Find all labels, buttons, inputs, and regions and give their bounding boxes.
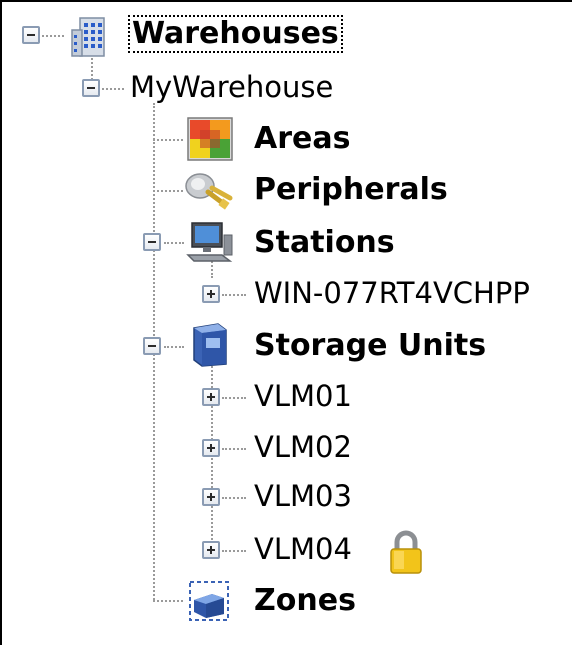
tree-node-stations[interactable]: Stations (254, 228, 395, 258)
computer-icon (186, 219, 234, 263)
tree-connector (102, 88, 124, 90)
tree-node-storage-unit[interactable]: VLM02 (254, 433, 352, 462)
expand-toggle-storage-unit-3[interactable] (202, 541, 220, 559)
tree-connector (164, 346, 184, 348)
collapse-toggle-warehouses[interactable] (22, 26, 40, 44)
tree-connector (222, 397, 246, 399)
lock-icon (386, 528, 426, 576)
expand-toggle-station-0[interactable] (202, 285, 220, 303)
building-icon (66, 12, 114, 60)
tree-connector (222, 448, 246, 450)
areas-icon (186, 116, 234, 161)
tree-node-station[interactable]: WIN-077RT4VCHPP (254, 279, 530, 308)
plug-icon (184, 168, 233, 212)
tree-connector (42, 35, 64, 37)
tree-node-mywarehouse[interactable]: MyWarehouse (130, 73, 333, 102)
tree-node-peripherals[interactable]: Peripherals (254, 175, 448, 205)
expand-toggle-storage-unit-2[interactable] (202, 488, 220, 506)
warehouse-tree: Warehouses MyWarehouse Areas Peripherals (0, 0, 572, 645)
tree-connector (153, 190, 183, 192)
tree-node-storage-unit[interactable]: VLM03 (254, 482, 352, 511)
collapse-toggle-storage-units[interactable] (143, 337, 161, 355)
collapse-toggle-stations[interactable] (143, 233, 161, 251)
tree-node-warehouses[interactable]: Warehouses (128, 15, 343, 53)
tree-node-zones[interactable]: Zones (254, 586, 356, 616)
tree-connector (222, 497, 246, 499)
tree-node-storage-unit[interactable]: VLM01 (254, 382, 352, 411)
tree-node-storage-unit[interactable]: VLM04 (254, 535, 352, 564)
collapse-toggle-mywarehouse[interactable] (82, 79, 100, 97)
storage-unit-icon (188, 320, 232, 368)
tree-node-areas[interactable]: Areas (254, 124, 350, 154)
tree-connector (164, 242, 184, 244)
tree-node-storage-units[interactable]: Storage Units (254, 331, 486, 361)
tree-connector (153, 600, 183, 602)
expand-toggle-storage-unit-1[interactable] (202, 439, 220, 457)
expand-toggle-storage-unit-0[interactable] (202, 388, 220, 406)
tree-connector (222, 294, 246, 296)
tree-connector (153, 139, 183, 141)
tree-connector (222, 550, 246, 552)
zones-icon (186, 578, 232, 624)
